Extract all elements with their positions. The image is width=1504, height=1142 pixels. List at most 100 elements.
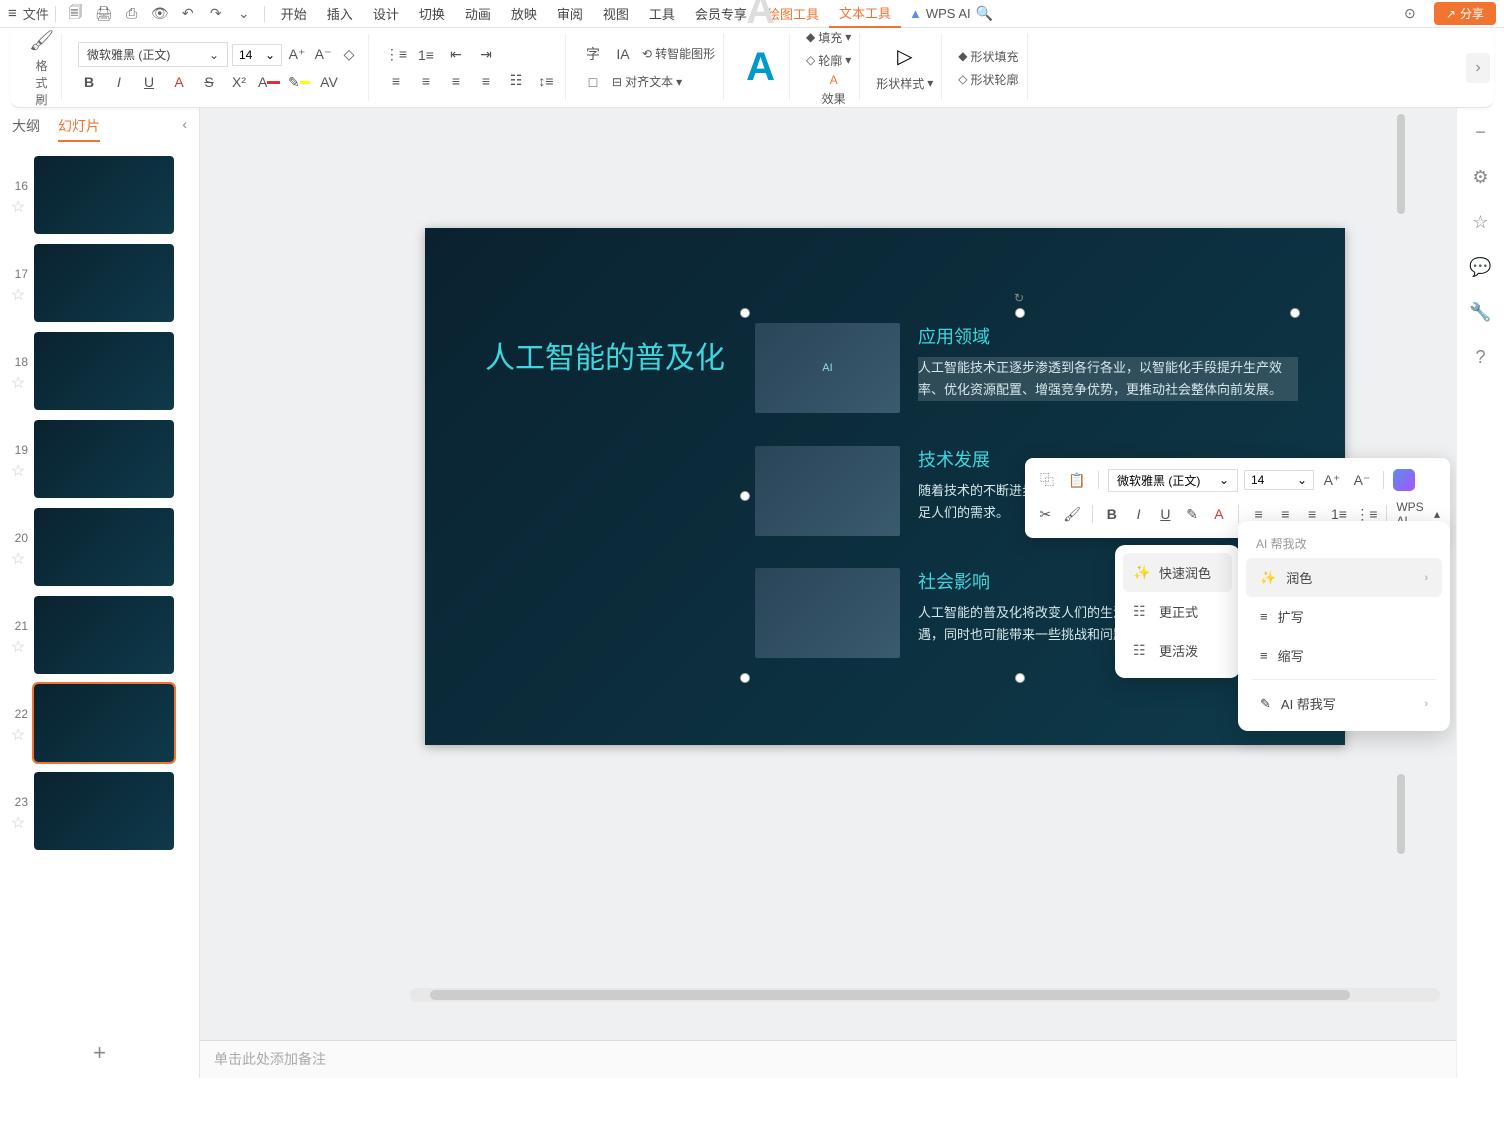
resize-handle[interactable] [1015, 308, 1025, 318]
ribbon-expand-icon[interactable]: › [1466, 53, 1490, 83]
star-icon[interactable]: ☆ [11, 549, 25, 569]
settings-icon[interactable]: ⚙ [1472, 167, 1488, 188]
tab-animation[interactable]: 动画 [455, 0, 501, 27]
text-margin-icon[interactable]: □ [582, 71, 604, 93]
collapse-panel-icon[interactable]: ‹ [182, 116, 187, 142]
text-outline-button[interactable]: ◇ 轮廓 ▾ [806, 52, 851, 69]
decrease-font-icon[interactable]: A⁻ [312, 44, 334, 66]
vertical-text-icon[interactable]: IA [612, 43, 634, 65]
save-icon[interactable]: 🗐 [65, 3, 87, 25]
thumbnail-22[interactable] [34, 684, 174, 762]
columns-icon[interactable]: ☷ [505, 70, 527, 92]
thumbnail-21[interactable] [34, 596, 174, 674]
resize-handle[interactable] [740, 491, 750, 501]
mini-brush-icon[interactable]: 🖌 [1062, 502, 1083, 526]
print-preview-icon[interactable]: ⎙ [121, 3, 143, 25]
smart-shape-button[interactable]: ⟲ 转智能图形 [642, 45, 715, 62]
file-menu[interactable]: 文件 [23, 4, 49, 23]
bullets-icon[interactable]: ⋮≡ [385, 44, 407, 66]
mini-italic-button[interactable]: I [1128, 502, 1149, 526]
resize-handle[interactable] [1015, 673, 1025, 683]
tab-slideshow[interactable]: 放映 [501, 0, 547, 27]
tab-transition[interactable]: 切换 [409, 0, 455, 27]
ai-polish-item[interactable]: ✨润色› [1246, 558, 1442, 597]
underline-button[interactable]: U [138, 71, 160, 93]
add-slide-button[interactable]: + [0, 1028, 199, 1078]
justify-icon[interactable]: ≡ [475, 70, 497, 92]
star-icon[interactable]: ☆ [11, 285, 25, 305]
search-icon[interactable]: 🔍 [974, 3, 996, 25]
text-direction-icon[interactable]: 字 [582, 43, 604, 65]
more-formal-item[interactable]: ☷更正式 [1123, 592, 1232, 631]
decrease-indent-icon[interactable]: ⇤ [445, 44, 467, 66]
share-button[interactable]: ↗ 分享 [1434, 2, 1496, 25]
mini-font-select[interactable]: 微软雅黑 (正文)⌄ [1108, 469, 1238, 492]
text-style-1[interactable]: A [746, 0, 775, 33]
resize-handle[interactable] [740, 673, 750, 683]
star-icon[interactable]: ☆ [11, 813, 25, 833]
tab-insert[interactable]: 插入 [317, 0, 363, 27]
mini-font-color-button[interactable]: A [1209, 502, 1230, 526]
format-brush-group[interactable]: 🖌 格式刷 [22, 34, 62, 101]
shadow-button[interactable]: S [198, 71, 220, 93]
redo-icon[interactable]: ↷ [205, 3, 227, 25]
mini-highlight-button[interactable]: ✎ [1182, 502, 1203, 526]
star-icon[interactable]: ☆ [11, 725, 25, 745]
resize-handle[interactable] [1290, 308, 1300, 318]
print-icon[interactable]: 🖨 [93, 3, 115, 25]
help-icon[interactable]: ? [1475, 347, 1485, 368]
undo-icon[interactable]: ↶ [177, 3, 199, 25]
font-size-input[interactable]: 14⌄ [232, 44, 282, 66]
highlight-button[interactable]: ✎ [288, 71, 310, 93]
minus-icon[interactable]: − [1475, 122, 1486, 143]
font-color-button[interactable]: A [258, 71, 280, 93]
copy-icon[interactable]: ⿻ [1035, 468, 1059, 492]
shape-outline-button[interactable]: ◇ 形状轮廓 [958, 71, 1018, 88]
star-icon[interactable]: ☆ [11, 461, 25, 481]
tab-start[interactable]: 开始 [271, 0, 317, 27]
character-spacing-button[interactable]: AV [318, 71, 340, 93]
line-spacing-icon[interactable]: ↕≡ [535, 70, 557, 92]
mini-increase-font-icon[interactable]: A⁺ [1320, 468, 1344, 492]
content-block-1[interactable]: AI 应用领域 人工智能技术正逐步渗透到各行各业，以智能化手段提升生产效率、优化… [755, 323, 1298, 413]
star-icon[interactable]: ☆ [11, 637, 25, 657]
align-right-icon[interactable]: ≡ [445, 70, 467, 92]
text-effect-button[interactable]: A效果 [822, 73, 846, 107]
tab-tools[interactable]: 工具 [639, 0, 685, 27]
superscript-button[interactable]: X² [228, 71, 250, 93]
align-text-button[interactable]: ⊟ 对齐文本 ▾ [612, 73, 682, 90]
tab-text-tools[interactable]: 文本工具 [829, 0, 901, 28]
increase-indent-icon[interactable]: ⇥ [475, 44, 497, 66]
text-style-2[interactable]: A [746, 45, 775, 90]
tab-view[interactable]: 视图 [593, 0, 639, 27]
font-name-select[interactable]: 微软雅黑 (正文)⌄ [78, 42, 228, 67]
mini-size-input[interactable]: 14⌄ [1244, 470, 1314, 490]
star-icon[interactable]: ☆ [11, 373, 25, 393]
ai-help-write-item[interactable]: ✎AI 帮我写› [1246, 684, 1442, 723]
thumbnail-23[interactable] [34, 772, 174, 850]
mini-bold-button[interactable]: B [1101, 502, 1122, 526]
thumbnail-17[interactable] [34, 244, 174, 322]
thumbnail-20[interactable] [34, 508, 174, 586]
hamburger-icon[interactable]: ≡ [8, 5, 17, 22]
preview-icon[interactable]: 👁 [149, 3, 171, 25]
resize-handle[interactable] [740, 308, 750, 318]
ai-shorten-item[interactable]: ≡缩写 [1246, 636, 1442, 675]
quick-polish-item[interactable]: ✨快速润色 [1123, 553, 1232, 592]
wps-ai-label[interactable]: ▲WPS AI [909, 6, 971, 21]
thumbnail-18[interactable] [34, 332, 174, 410]
italic-button[interactable]: I [108, 71, 130, 93]
tab-design[interactable]: 设计 [363, 0, 409, 27]
paste-icon[interactable]: 📋 [1065, 468, 1089, 492]
vertical-scrollbar[interactable] [1396, 114, 1406, 984]
text-fill-button[interactable]: ◆ 填充 ▾ [806, 29, 851, 46]
cut-icon[interactable]: ✂ [1035, 502, 1056, 526]
align-left-icon[interactable]: ≡ [385, 70, 407, 92]
favorite-icon[interactable]: ☆ [1472, 212, 1488, 233]
mini-underline-button[interactable]: U [1155, 502, 1176, 526]
rotate-handle-icon[interactable]: ↻ [1014, 291, 1024, 305]
cloud-icon[interactable]: ⊙ [1399, 3, 1421, 25]
shape-style-icon[interactable]: ▷ [897, 44, 912, 69]
outline-tab[interactable]: 大纲 [12, 116, 40, 142]
tab-review[interactable]: 审阅 [547, 0, 593, 27]
